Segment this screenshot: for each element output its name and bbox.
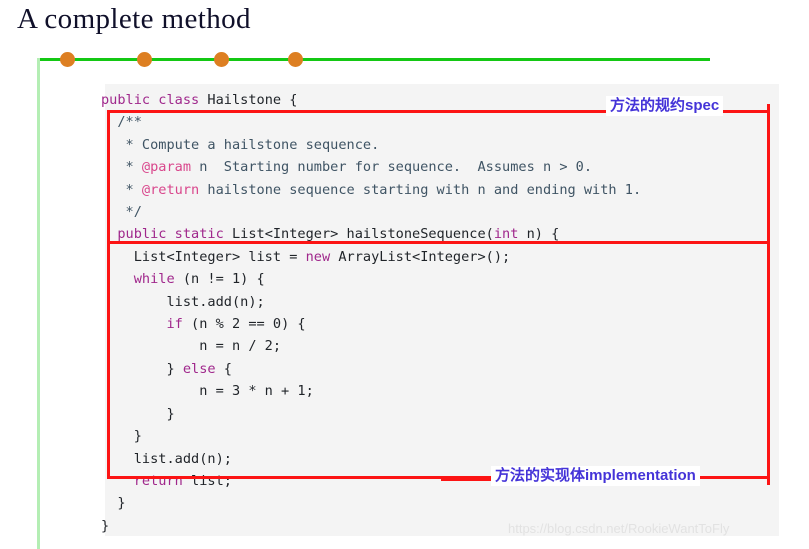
code-token-plain: Hailstone {: [207, 92, 298, 108]
implementation-leader-line: [441, 479, 497, 481]
code-token-plain: }: [101, 495, 126, 512]
spec-leader-line: [441, 110, 608, 112]
annotation-box: [107, 110, 770, 479]
decor-dot-2: [137, 52, 152, 67]
annotation-divider: [107, 241, 770, 244]
annotation-box-bottom-cap: [767, 474, 770, 485]
page-title: A complete method: [17, 3, 251, 35]
decor-dot-3: [214, 52, 229, 67]
code-line: public class Hailstone {: [101, 89, 641, 111]
annotation-box-top-cap: [767, 104, 770, 115]
decor-dot-1: [60, 52, 75, 67]
code-token-kw: public class: [101, 92, 208, 108]
annotation-label-implementation: 方法的实现体implementation: [491, 466, 700, 486]
code-line: }: [101, 492, 641, 514]
decor-vertical-rule: [37, 58, 40, 549]
watermark-text: https://blog.csdn.net/RookieWantToFly: [508, 521, 730, 536]
decor-dot-4: [288, 52, 303, 67]
annotation-label-spec: 方法的规约spec: [606, 96, 724, 116]
code-token-plain: }: [101, 517, 110, 534]
slide-canvas: A complete method public class Hailstone…: [0, 0, 809, 549]
